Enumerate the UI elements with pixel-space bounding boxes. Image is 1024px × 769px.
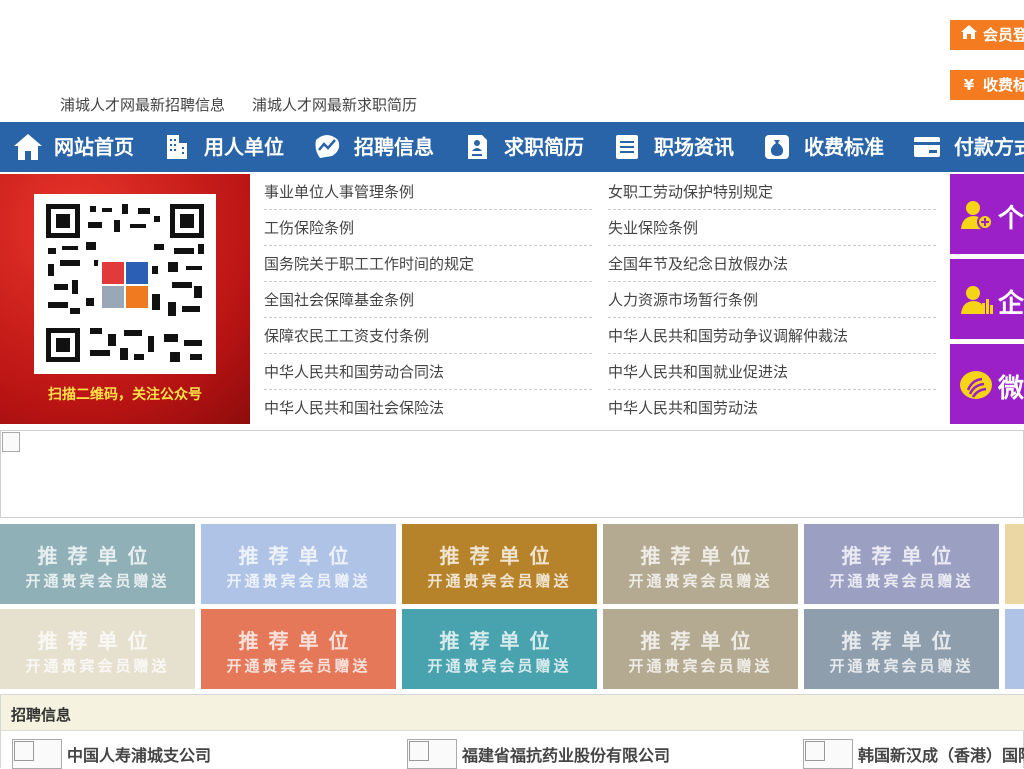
latest-jobs-link[interactable]: 浦城人才网最新招聘信息	[60, 94, 225, 115]
recommend-tile[interactable]: 推荐单位开通贵宾会员赠送	[402, 609, 597, 689]
nav-label: 招聘信息	[354, 135, 434, 159]
law-link[interactable]: 全国年节及纪念日放假办法	[608, 246, 936, 282]
recommend-title: 推荐单位	[640, 629, 761, 653]
law-link[interactable]: 保障农民工工资支付条例	[264, 318, 592, 354]
recommend-title: 推荐单位	[439, 544, 560, 568]
nav-label: 求职简历	[504, 135, 584, 159]
qr-caption: 扫描二维码，关注公众号	[48, 387, 202, 403]
law-link[interactable]: 人力资源市场暂行条例	[608, 282, 936, 318]
recommend-title: 推荐单位	[37, 544, 158, 568]
law-link[interactable]: 女职工劳动保护特别规定	[608, 174, 936, 210]
company-logo	[12, 739, 62, 769]
broken-image-icon	[2, 432, 20, 452]
home-icon	[14, 134, 42, 160]
home-icon	[958, 20, 980, 50]
recommend-subtitle: 开通贵宾会员赠送	[427, 572, 572, 590]
fee-standard-button[interactable]: ¥ 收费标	[950, 70, 1024, 100]
card-icon	[914, 137, 940, 157]
nav-label: 网站首页	[54, 135, 134, 159]
side-tile-label: 企	[998, 289, 1024, 319]
law-link[interactable]: 全国社会保障基金条例	[264, 282, 592, 318]
news-icon	[616, 135, 638, 159]
side-tile-label: 微	[998, 374, 1024, 404]
recommend-subtitle: 开通贵宾会员赠送	[25, 657, 170, 675]
recommend-title: 推荐单位	[238, 629, 359, 653]
company-name: 福建省福抗药业股份有限公司	[462, 746, 671, 765]
company-logo	[803, 739, 853, 769]
main-nav: 网站首页 用人单位 招聘信息 求职简历 职场资讯 收费标准 付款方式	[0, 122, 1024, 172]
recommend-subtitle: 开通贵宾会员赠送	[628, 572, 773, 590]
recommend-title: 推荐单位	[841, 544, 962, 568]
wechat-tile[interactable]: 微	[950, 344, 1024, 424]
recommend-tile[interactable]: 推荐单位开通贵宾会员赠送	[804, 609, 999, 689]
company-name: 韩国新汉成（香港）国际	[858, 746, 1024, 765]
nav-label: 职场资讯	[654, 135, 734, 159]
law-link[interactable]: 中华人民共和国劳动争议调解仲裁法	[608, 318, 936, 354]
nav-label: 用人单位	[204, 135, 284, 159]
recommend-subtitle: 开通贵宾会员赠送	[226, 657, 371, 675]
ad-banner[interactable]	[0, 430, 1024, 518]
law-link[interactable]: 中华人民共和国就业促进法	[608, 354, 936, 390]
recommend-subtitle: 开通贵宾会员赠送	[25, 572, 170, 590]
law-link[interactable]: 事业单位人事管理条例	[264, 174, 592, 210]
recommend-title: 推荐单位	[37, 629, 158, 653]
latest-resumes-link[interactable]: 浦城人才网最新求职简历	[252, 94, 417, 115]
member-login-button[interactable]: 会员登	[950, 20, 1024, 50]
chart-icon	[315, 135, 340, 158]
recommend-title: 推荐单位	[640, 544, 761, 568]
building-icon	[167, 135, 187, 159]
recommend-tile[interactable]: 推荐单位开通贵宾会员赠送	[603, 524, 798, 604]
law-link[interactable]: 国务院关于职工工作时间的规定	[264, 246, 592, 282]
member-login-label: 会员登	[983, 26, 1024, 44]
law-link[interactable]: 中华人民共和国社会保险法	[264, 390, 592, 426]
company-logo	[407, 739, 457, 769]
recommend-subtitle: 开通贵宾会员赠送	[628, 657, 773, 675]
recommend-tile[interactable]: 推荐单位开通贵宾会员赠送	[603, 609, 798, 689]
law-link[interactable]: 中华人民共和国劳动法	[608, 390, 936, 426]
recommend-tile[interactable]: 推荐单位开通贵宾会员赠送	[0, 524, 195, 604]
recommend-subtitle: 开通贵宾会员赠送	[427, 657, 572, 675]
recommend-subtitle: 开通贵宾会员赠送	[226, 572, 371, 590]
law-link[interactable]: 工伤保险条例	[264, 210, 592, 246]
side-tile-label: 个	[998, 204, 1024, 234]
qr-code-image	[34, 194, 216, 374]
company-icon	[961, 286, 993, 314]
recommend-tile[interactable]	[1005, 524, 1024, 604]
company-login-tile[interactable]: 企	[950, 259, 1024, 339]
recommend-tile[interactable]: 推荐单位开通贵宾会员赠送	[402, 524, 597, 604]
recommend-title: 推荐单位	[841, 629, 962, 653]
nav-label: 付款方式	[954, 135, 1024, 159]
law-link[interactable]: 失业保险条例	[608, 210, 936, 246]
person-add-icon	[961, 201, 993, 230]
wechat-icon	[960, 371, 992, 399]
yen-icon: ¥	[963, 76, 975, 94]
recommend-tile[interactable]: 推荐单位开通贵宾会员赠送	[804, 524, 999, 604]
recommend-tile[interactable]	[1005, 609, 1024, 689]
recommend-subtitle: 开通贵宾会员赠送	[829, 657, 974, 675]
fee-standard-label: 收费标	[983, 76, 1024, 94]
recommend-tile[interactable]: 推荐单位开通贵宾会员赠送	[201, 524, 396, 604]
law-link[interactable]: 中华人民共和国劳动合同法	[264, 354, 592, 390]
resume-icon	[468, 135, 487, 159]
recommend-subtitle: 开通贵宾会员赠送	[829, 572, 974, 590]
jobs-section-header: 招聘信息	[1, 695, 1024, 731]
recommend-tile[interactable]: 推荐单位开通贵宾会员赠送	[201, 609, 396, 689]
site-header: 浦城人才网最新招聘信息 浦城人才网最新求职简历 会员登 ¥ 收费标	[0, 0, 1024, 122]
nav-label: 收费标准	[804, 135, 884, 159]
company-name: 中国人寿浦城支公司	[67, 746, 212, 765]
money-bag-icon	[765, 135, 789, 159]
personal-login-tile[interactable]: 个	[950, 174, 1024, 254]
section-title: 招聘信息	[11, 706, 72, 724]
recommend-title: 推荐单位	[439, 629, 560, 653]
recommend-title: 推荐单位	[238, 544, 359, 568]
jobs-section: 招聘信息 中国人寿浦城支公司 福建省福抗药业股份有限公司 韩国新汉成（香港）国际	[0, 694, 1024, 769]
recommend-tile[interactable]: 推荐单位开通贵宾会员赠送	[0, 609, 195, 689]
